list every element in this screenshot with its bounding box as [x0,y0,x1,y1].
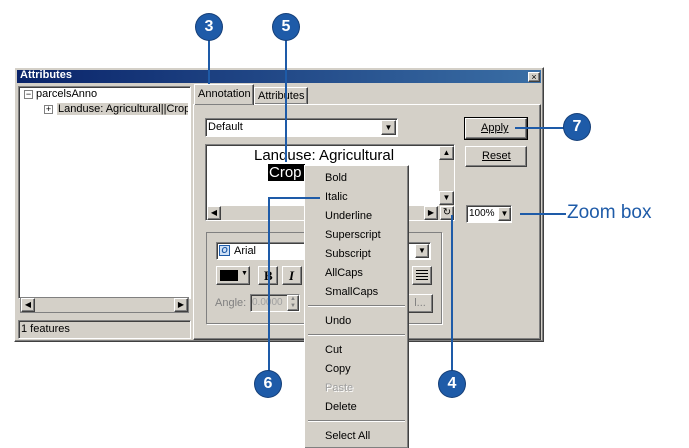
callout-5: 5 [273,14,299,40]
zoom-dropdown-icon[interactable]: ▼ [498,207,511,221]
menu-item-allcaps[interactable]: AllCaps [305,263,408,283]
text-scroll-left-icon[interactable]: ◀ [207,206,221,220]
callout-5-leader [285,38,287,162]
feature-tree[interactable] [18,86,191,299]
scroll-right-arrow-icon[interactable]: ▶ [174,298,188,312]
menu-item-smallcaps[interactable]: SmallCaps [305,282,408,302]
menu-separator [308,334,405,336]
italic-button-label: I [289,268,295,283]
close-button[interactable]: × [528,72,540,82]
annotation-selected-text: Crop [268,164,305,181]
scroll-up-arrow-icon[interactable]: ▲ [439,146,454,160]
scroll-left-arrow-icon[interactable]: ◀ [21,298,35,312]
tree-root-expander[interactable]: − [24,90,33,99]
menu-item-paste[interactable]: Paste [305,378,408,398]
tree-child-label[interactable]: Landuse: Agricultural||Crop; [57,103,188,115]
font-name-value: Arial [234,245,257,257]
font-color-chevron-icon: ▼ [241,270,248,277]
menu-item-subscript[interactable]: Subscript [305,244,408,264]
tree-child-expander[interactable]: + [44,105,53,114]
more-button[interactable]: l... [407,294,433,313]
zoom-box-callout-label: Zoom box [567,202,652,223]
zoom-box-leader [520,213,566,215]
status-text: 1 features [21,323,70,335]
callout-7-leader [515,127,567,129]
tab-attributes-label: Attributes [258,90,305,102]
scroll-down-arrow-icon[interactable]: ▼ [439,191,454,205]
callout-6-leader-vertical [268,197,270,373]
annotation-line-1: Landuse: Agricultural [254,147,395,164]
title-bar[interactable] [17,70,541,83]
callout-3: 3 [196,14,222,40]
menu-item-italic[interactable]: Italic [305,187,408,207]
tree-root-label[interactable]: parcelsAnno [36,88,97,100]
menu-item-copy[interactable]: Copy [305,359,408,379]
font-color-swatch [220,270,238,281]
symbol-dropdown-value: Default [208,121,243,133]
menu-item-select-all[interactable]: Select All [305,426,408,446]
menu-item-undo[interactable]: Undo [305,311,408,331]
callout-7: 7 [564,114,590,140]
text-scroll-right-icon[interactable]: ▶ [424,206,438,220]
tree-horizontal-scrollbar[interactable] [20,297,189,313]
zoom-value: 100% [469,208,495,219]
reset-button-label: Reset [482,150,511,162]
menu-item-cut[interactable]: Cut [305,340,408,360]
context-menu: Bold Italic Underline Superscript Subscript A… [304,165,409,448]
angle-label: Angle: [215,297,247,309]
angle-spinner-icon[interactable]: ▲ ▼ [287,295,299,311]
tab-annotation-label: Annotation [198,88,251,100]
apply-button-label: Apply [481,122,509,134]
menu-item-bold[interactable]: Bold [305,168,408,188]
chevron-down-icon[interactable]: ▼ [381,120,396,135]
menu-item-superscript[interactable]: Superscript [305,225,408,245]
callout-4-leader [451,215,453,373]
justify-icon [416,270,428,280]
callout-4: 4 [439,371,465,397]
menu-separator [308,305,405,307]
callout-6-leader-horizontal [268,197,320,199]
window-title: Attributes [20,69,72,81]
menu-item-delete[interactable]: Delete [305,397,408,417]
menu-item-underline[interactable]: Underline [305,206,408,226]
font-dropdown-chevron-icon[interactable]: ▼ [415,244,429,258]
font-type-icon: O [219,245,230,256]
menu-separator [308,420,405,422]
callout-6: 6 [255,371,281,397]
